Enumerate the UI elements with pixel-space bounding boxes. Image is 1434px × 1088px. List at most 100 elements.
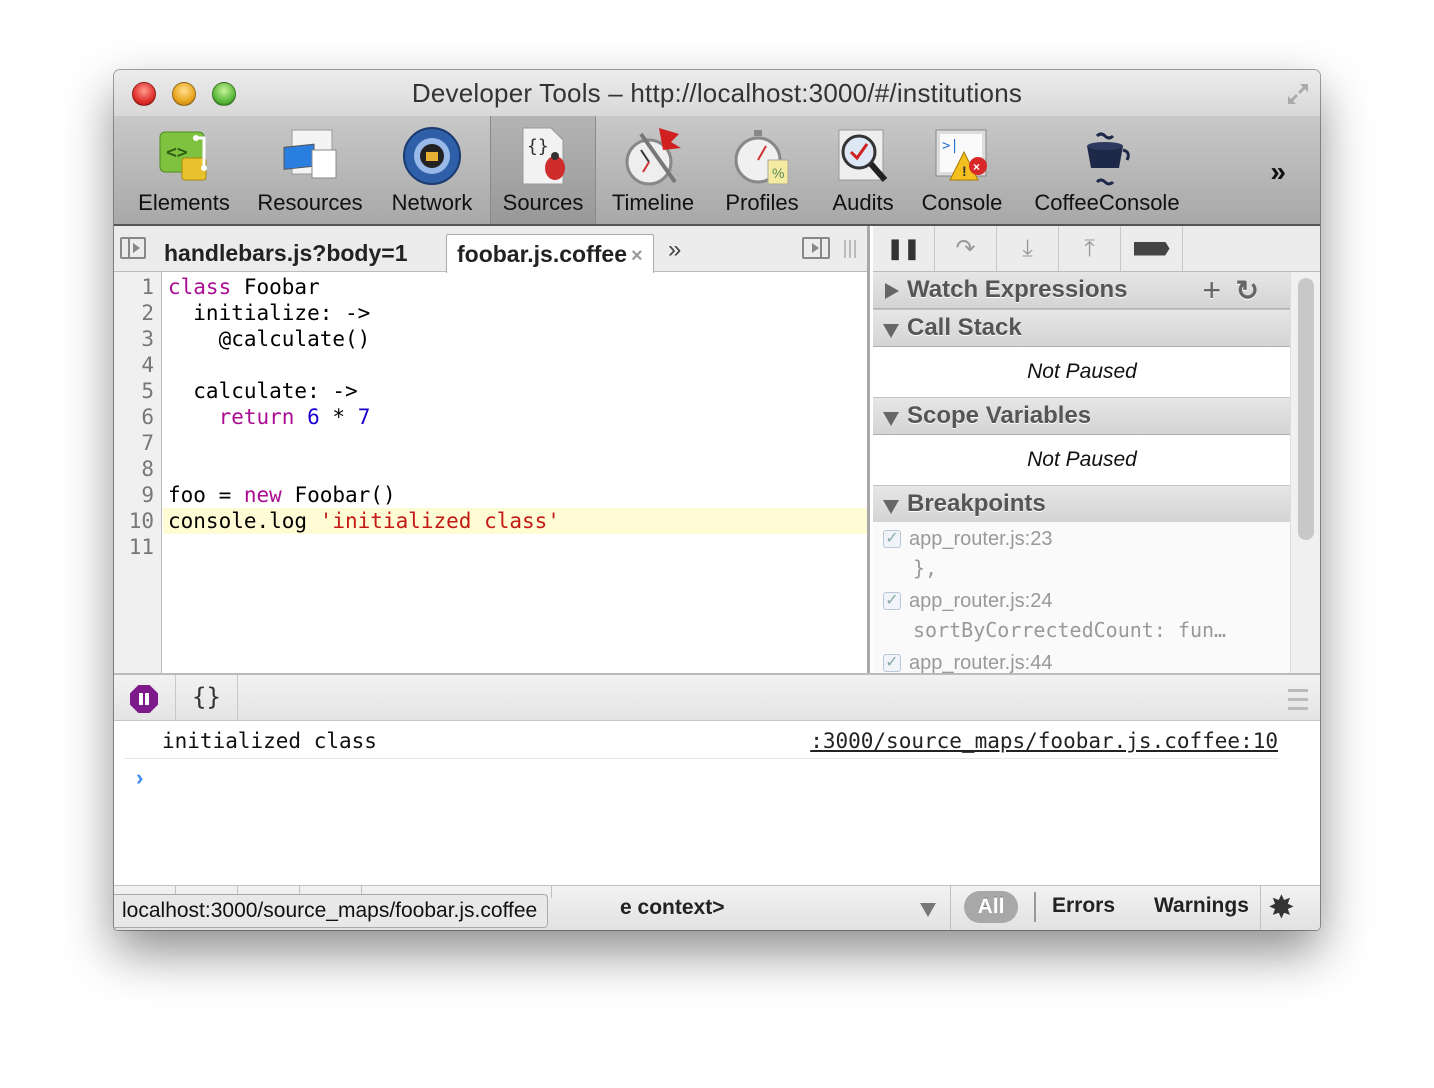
editor-tab-active[interactable]: foobar.js.coffee × <box>446 234 654 273</box>
dropdown-arrow-icon[interactable] <box>920 903 936 917</box>
code-line[interactable]: 5 calculate: -> <box>114 378 867 404</box>
close-tab-icon[interactable]: × <box>631 245 643 267</box>
pause-button[interactable]: ❚❚ <box>873 226 935 271</box>
tab-label: CoffeeConsole <box>1034 190 1180 215</box>
token-num: 6 <box>307 405 320 429</box>
code-line[interactable]: 3 @calculate() <box>114 326 867 352</box>
scope-variables-body: Not Paused <box>873 435 1291 485</box>
sidebar-scrollbar[interactable] <box>1290 272 1320 673</box>
token-num: 7 <box>357 405 371 429</box>
breakpoint-checkbox[interactable]: ✓ <box>883 530 901 548</box>
filter-errors-button[interactable]: Errors <box>1052 894 1115 918</box>
line-number[interactable]: 4 <box>114 352 154 378</box>
filter-warnings-button[interactable]: Warnings <box>1154 894 1258 918</box>
call-stack-header[interactable]: Call Stack <box>873 309 1291 347</box>
token-kw: new <box>243 483 282 507</box>
code-line[interactable]: 10 console.log 'initialized class' <box>114 508 867 534</box>
tab-overflow-button[interactable]: » <box>668 236 681 264</box>
console-source-link[interactable]: :3000/source_maps/foobar.js.coffee:10 <box>810 729 1278 753</box>
pause-on-exceptions-button[interactable] <box>114 675 176 720</box>
url-tooltip: localhost:3000/source_maps/foobar.js.cof… <box>114 894 549 928</box>
tab-timeline[interactable]: Timeline <box>600 116 706 224</box>
debugger-sidebar-toggle-icon[interactable] <box>802 237 830 259</box>
step-into-button[interactable]: ⤓ <box>997 226 1059 271</box>
watch-expressions-header[interactable]: Watch Expressions + ↻ <box>873 272 1291 309</box>
line-number[interactable]: 8 <box>114 456 154 482</box>
pretty-print-button[interactable]: {} <box>176 675 238 720</box>
scope-variables-header[interactable]: Scope Variables <box>873 397 1291 435</box>
line-number[interactable]: 2 <box>114 300 154 326</box>
code-line[interactable]: 7 <box>114 430 867 456</box>
filter-all-button[interactable]: All <box>964 891 1018 923</box>
code-line[interactable]: 4 <box>114 352 867 378</box>
tab-profiles[interactable]: % Profiles <box>712 116 812 224</box>
gear-icon[interactable]: ✸ <box>1268 891 1295 923</box>
navigator-toggle-icon[interactable] <box>120 237 146 259</box>
token: * <box>319 405 358 429</box>
breakpoint-checkbox[interactable]: ✓ <box>883 654 901 672</box>
drawer-resize-handle-icon[interactable] <box>1288 689 1308 715</box>
tab-audits[interactable]: Audits <box>818 116 908 224</box>
breakpoint-item[interactable]: ✓ app_router.js:44 <box>873 650 1291 673</box>
breakpoint-location: app_router.js:44 <box>909 652 1053 673</box>
code-line[interactable]: 1 class Foobar <box>114 274 867 300</box>
token-str: 'initialized class' <box>319 509 560 533</box>
editor-tab[interactable]: handlebars.js?body=1 <box>154 234 418 273</box>
tab-label: Profiles <box>725 190 799 215</box>
elements-icon: <> <box>152 124 216 188</box>
toolbar-overflow-button[interactable]: » <box>1270 156 1286 188</box>
breakpoint-item[interactable]: ✓ app_router.js:23 }, <box>873 526 1291 588</box>
token: @calculate() <box>168 327 371 351</box>
tab-network[interactable]: Network <box>376 116 488 224</box>
line-number[interactable]: 1 <box>114 274 154 300</box>
deactivate-breakpoints-button[interactable] <box>1121 226 1183 271</box>
breakpoint-checkbox[interactable]: ✓ <box>883 592 901 610</box>
breakpoint-item[interactable]: ✓ app_router.js:24 sortByCorrectedCount:… <box>873 588 1291 650</box>
line-number[interactable]: 9 <box>114 482 154 508</box>
execution-context-selector[interactable]: e context> <box>620 896 724 920</box>
tab-label: Audits <box>832 190 894 215</box>
code-text: foo = new Foobar() <box>168 482 396 508</box>
svg-text:%: % <box>772 165 784 181</box>
line-number[interactable]: 5 <box>114 378 154 404</box>
tab-resources[interactable]: Resources <box>248 116 372 224</box>
debugger-toolbar: ❚❚ ↷ ⤓ ⤒ <box>873 226 1320 272</box>
sources-icon: {} <box>511 124 575 188</box>
profiles-icon: % <box>730 124 794 188</box>
editor-pane: handlebars.js?body=1 foobar.js.coffee × »… <box>114 226 870 673</box>
line-number[interactable]: 7 <box>114 430 154 456</box>
breakpoint-location: app_router.js:24 <box>909 590 1053 612</box>
drag-handle-icon[interactable] <box>844 240 858 258</box>
refresh-icon[interactable]: ↻ <box>1236 274 1259 307</box>
svg-text:!: ! <box>962 163 967 179</box>
step-over-button[interactable]: ↷ <box>935 226 997 271</box>
add-watch-icon[interactable]: + <box>1202 272 1221 309</box>
tab-coffeeconsole[interactable]: CoffeeConsole <box>1024 116 1190 224</box>
fullscreen-icon[interactable] <box>1284 80 1312 108</box>
svg-text:×: × <box>973 160 980 174</box>
line-number[interactable]: 10 <box>114 508 154 534</box>
tab-label: Network <box>391 190 473 215</box>
code-line[interactable]: 9 foo = new Foobar() <box>114 482 867 508</box>
sources-panel: handlebars.js?body=1 foobar.js.coffee × »… <box>114 226 1320 673</box>
tab-label: Resources <box>257 190 363 215</box>
code-line[interactable]: 8 <box>114 456 867 482</box>
console-icon: >|! × <box>930 124 994 188</box>
step-out-button[interactable]: ⤒ <box>1059 226 1121 271</box>
line-number[interactable]: 6 <box>114 404 154 430</box>
tab-console[interactable]: >|! × Console <box>914 116 1010 224</box>
code-line[interactable]: 11 <box>114 534 867 560</box>
tab-sources[interactable]: {} Sources <box>490 116 596 224</box>
tab-label: Timeline <box>611 190 695 215</box>
code-line[interactable]: 6 return 6 * 7 <box>114 404 867 430</box>
line-number[interactable]: 11 <box>114 534 154 560</box>
scrollbar-thumb[interactable] <box>1298 278 1314 540</box>
code-line[interactable]: 2 initialize: -> <box>114 300 867 326</box>
code-editor[interactable]: 1 class Foobar 2 initialize: -> 3 @calculat… <box>114 272 867 673</box>
resources-icon <box>278 124 342 188</box>
breakpoints-header[interactable]: Breakpoints <box>873 485 1291 523</box>
tab-elements[interactable]: <> Elements <box>124 116 244 224</box>
timeline-icon <box>621 124 685 188</box>
line-number[interactable]: 3 <box>114 326 154 352</box>
console-prompt-icon[interactable]: › <box>136 765 143 791</box>
